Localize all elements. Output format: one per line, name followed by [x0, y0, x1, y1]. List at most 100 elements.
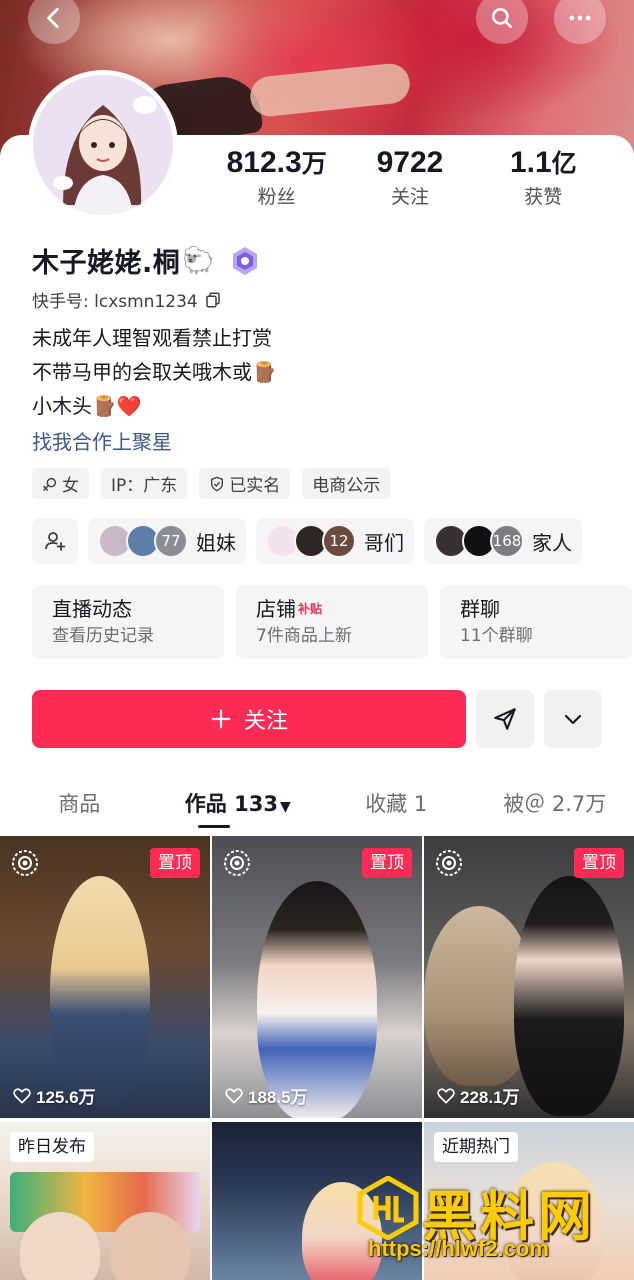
video-thumbnail[interactable]: 昨日发布 [0, 1122, 210, 1280]
profile-bio: 未成年人理智观看禁止打赏 不带马甲的会取关哦木或🪵 小木头🪵❤️ [32, 321, 277, 423]
live-ring-icon [224, 850, 250, 876]
copy-icon[interactable] [204, 291, 222, 309]
plus-icon [211, 709, 231, 729]
tag-ecommerce[interactable]: 电商公示 [302, 468, 391, 499]
chevron-left-icon [47, 7, 59, 29]
stat-label: 粉丝 [257, 186, 296, 208]
stat-unit: 亿 [551, 150, 577, 178]
tag-ip: IP：广东 [101, 468, 188, 499]
card-subtitle: 11个群聊 [460, 626, 533, 646]
tab-label: 收藏 1 [365, 792, 428, 816]
tag-text: IP：广东 [111, 476, 178, 496]
group-label: 哥们 [364, 530, 404, 555]
profile-stats: 812.3万 粉丝 9722 关注 1.1亿 获赞 [210, 145, 610, 212]
more-dots-icon [569, 15, 591, 21]
name-emoji: 🐑 [182, 245, 215, 276]
like-count-text: 125.6万 [36, 1088, 96, 1107]
stat-unit: 万 [301, 150, 327, 178]
feature-cards: 直播动态 查看历史记录 店铺 补贴 7件商品上新 群聊 11个群聊 [32, 585, 632, 659]
like-count-text: 228.1万 [460, 1088, 520, 1107]
more-options-button[interactable] [554, 0, 606, 44]
tag-text: 电商公示 [312, 476, 381, 496]
content-tabs: 商品 作品 133 ▼ 收藏 1 被＠ 2.7万 [0, 780, 634, 832]
bio-line: 小木头🪵❤️ [32, 394, 142, 418]
shop-card[interactable]: 店铺 补贴 7件商品上新 [236, 585, 428, 659]
posted-yesterday-tag: 昨日发布 [10, 1132, 94, 1162]
stat-label: 关注 [390, 186, 429, 208]
group-label: 家人 [532, 530, 572, 555]
add-friend-button[interactable] [32, 518, 78, 564]
pinned-badge: 置顶 [150, 848, 200, 878]
avatar-illustration [33, 75, 173, 215]
tag-text: 女 [62, 476, 79, 496]
profile-actions: 关注 [32, 690, 602, 748]
group-chat-card[interactable]: 群聊 11个群聊 [440, 585, 632, 659]
trending-tag: 近期热门 [434, 1132, 518, 1162]
like-count: 188.5万 [224, 1083, 308, 1108]
heart-icon [13, 1087, 31, 1103]
back-button[interactable] [28, 0, 80, 44]
search-button[interactable] [476, 0, 528, 44]
verified-shield-icon [211, 476, 224, 491]
avatar[interactable] [28, 70, 178, 220]
send-message-button[interactable] [476, 690, 534, 748]
live-history-card[interactable]: 直播动态 查看历史记录 [32, 585, 224, 659]
group-brothers[interactable]: 12 哥们 [256, 518, 414, 564]
send-icon [494, 708, 516, 730]
profile-name-row: 木子姥姥.桐 🐑 [32, 241, 261, 280]
stat-followers[interactable]: 812.3万 粉丝 [212, 145, 342, 212]
creator-badge-icon[interactable] [229, 245, 261, 277]
tab-mentioned[interactable]: 被＠ 2.7万 [476, 780, 634, 832]
video-thumbnail[interactable]: 置顶 188.5万 [212, 836, 422, 1118]
group-count-avatar: 12 [322, 524, 356, 558]
video-thumbnail[interactable]: 置顶 228.1万 [424, 836, 634, 1118]
video-thumbnail[interactable]: 置顶 125.6万 [0, 836, 210, 1118]
group-label: 姐妹 [196, 530, 236, 555]
tab-label: 被＠ 2.7万 [503, 792, 607, 816]
follow-button[interactable]: 关注 [32, 690, 466, 748]
live-ring-icon [436, 850, 462, 876]
caret-down-icon: ▼ [279, 799, 291, 815]
heart-icon [437, 1087, 455, 1103]
watermark-logo [357, 1176, 419, 1240]
card-title: 店铺 [256, 597, 296, 621]
stat-label: 获赞 [524, 186, 563, 208]
expand-recommendations-button[interactable] [544, 690, 602, 748]
tab-label: 商品 [58, 792, 101, 816]
add-user-icon [45, 532, 66, 551]
stat-following[interactable]: 9722 关注 [345, 145, 475, 212]
watermark-url: https://hlwf2.com [368, 1236, 549, 1261]
cooperate-link[interactable]: 找我合作上聚星 [32, 426, 172, 455]
cover-arm [248, 61, 412, 119]
thumbnail-subject [514, 876, 624, 1116]
tab-favorites[interactable]: 收藏 1 [317, 780, 476, 832]
tab-label: 作品 133 [184, 792, 278, 816]
card-subtitle: 7件商品上新 [256, 626, 352, 646]
stat-value: 812.3 [226, 146, 302, 179]
tab-products[interactable]: 商品 [0, 780, 159, 832]
search-icon [492, 8, 512, 28]
like-count: 228.1万 [436, 1083, 520, 1108]
thumbnail-subject [50, 876, 150, 1106]
site-watermark: 黑料网 https://hlwf2.com [352, 1168, 634, 1280]
follow-label: 关注 [243, 709, 288, 734]
tag-text: 已实名 [229, 476, 281, 496]
card-title: 群聊 [460, 597, 500, 621]
active-tab-indicator [197, 825, 230, 828]
female-icon [43, 477, 57, 491]
bio-line: 未成年人理智观看禁止打赏 [32, 326, 272, 350]
profile-tags: 女 IP：广东 已实名 电商公示 [32, 468, 391, 499]
group-family[interactable]: 168 家人 [424, 518, 582, 564]
group-sisters[interactable]: 77 姐妹 [88, 518, 246, 564]
subsidy-badge: 补贴 [298, 602, 323, 616]
live-ring-icon [12, 850, 38, 876]
like-count-text: 188.5万 [248, 1088, 308, 1107]
kuaishou-id: 快手号: lcxsmn1234 [32, 292, 198, 312]
tag-verified[interactable]: 已实名 [199, 468, 291, 499]
tab-works[interactable]: 作品 133 ▼ [159, 780, 318, 832]
group-count-avatar: 168 [490, 524, 524, 558]
stat-likes[interactable]: 1.1亿 获赞 [478, 145, 608, 212]
relationship-groups: 77 姐妹 12 哥们 168 家人 [32, 518, 582, 564]
heart-icon [225, 1087, 243, 1103]
avatar-image [33, 75, 173, 215]
